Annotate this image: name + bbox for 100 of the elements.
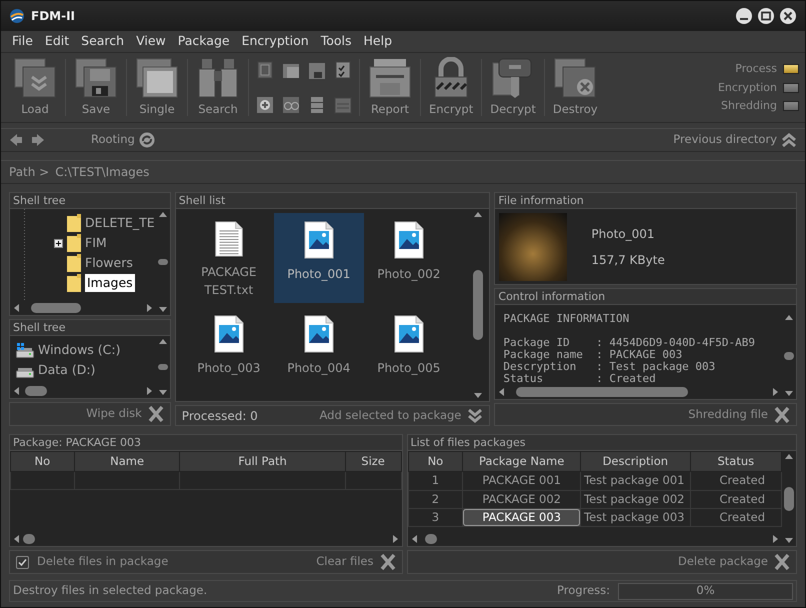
table-cell[interactable]: PACKAGE 003 <box>462 508 581 526</box>
previous-directory-button[interactable]: Previous directory <box>673 131 797 149</box>
image-file-icon <box>394 221 424 259</box>
checklist-icon[interactable] <box>333 60 353 80</box>
table-cell[interactable]: 2 <box>408 490 463 508</box>
column-header[interactable]: Description <box>580 452 690 472</box>
shell-list-entry[interactable]: Photo_003 <box>184 307 274 397</box>
panel-title: Shell tree <box>10 320 170 336</box>
minimize-icon[interactable] <box>735 7 753 25</box>
glasses-icon[interactable] <box>281 94 301 114</box>
shell-list-entry[interactable]: Photo_002 <box>364 213 454 303</box>
menu-item[interactable]: File <box>7 32 38 51</box>
clear-files-button[interactable]: Clear files <box>316 553 396 571</box>
table-cell[interactable]: 3 <box>408 508 463 526</box>
table-cell[interactable]: 1 <box>408 472 463 490</box>
add-to-package-button[interactable]: Add selected to package <box>320 406 484 424</box>
menu-item[interactable]: Tools <box>316 32 356 51</box>
system-drive-icon <box>16 342 34 358</box>
refresh-icon <box>138 132 155 148</box>
image-file-icon <box>214 315 244 353</box>
tree-item[interactable]: Flowers <box>85 254 133 272</box>
search-button[interactable]: Search <box>190 55 246 120</box>
load-button[interactable]: Load <box>7 55 63 120</box>
column-header[interactable]: No <box>10 452 74 472</box>
menu-item[interactable]: Encryption <box>236 32 314 51</box>
x-icon <box>774 406 790 424</box>
table-cell[interactable]: Created <box>690 508 782 526</box>
panel-title: Package: PACKAGE 003 <box>10 435 402 451</box>
menu-item[interactable]: Search <box>76 32 130 51</box>
indicator-label: Shredding <box>721 98 777 114</box>
expand-icon[interactable] <box>54 238 63 248</box>
table-cell[interactable]: Created <box>690 472 782 490</box>
maximize-icon[interactable] <box>757 7 775 25</box>
back-arrow-icon[interactable] <box>9 133 23 147</box>
drive-item[interactable]: Windows (C:) <box>38 340 120 360</box>
close-icon[interactable] <box>779 7 797 25</box>
shell-list-entry[interactable]: Photo_005 <box>364 307 454 397</box>
table-cell[interactable]: Created <box>690 490 782 508</box>
info-line: Package ID : 4454D6D9-040D-4F5D-AB9 <box>503 337 756 349</box>
panel-title: Shell tree <box>10 193 170 209</box>
x-icon <box>380 553 396 571</box>
table-cell[interactable]: Test package 002 <box>580 490 690 508</box>
info-line: Status : Created <box>503 373 656 385</box>
delete-files-checkbox[interactable]: Delete files in package <box>16 553 168 571</box>
path-label: Path > <box>9 164 50 181</box>
rooting-button[interactable]: Rooting <box>91 131 155 149</box>
encrypt-button[interactable]: Encrypt <box>423 55 480 120</box>
destroy-button[interactable]: Destroy <box>546 55 604 120</box>
double-chevron-up-icon <box>781 132 797 148</box>
shell-list-entry[interactable]: PACKAGE TEST.txt <box>184 213 274 303</box>
column-header[interactable]: Size <box>345 452 401 472</box>
menu-item[interactable]: Package <box>172 32 235 51</box>
drive-item[interactable]: Data (D:) <box>38 360 96 380</box>
info-heading: PACKAGE INFORMATION <box>503 313 630 325</box>
status-message: Destroy files in selected package. <box>13 582 208 600</box>
delete-package-button[interactable]: Delete package <box>678 553 790 571</box>
double-chevron-down-icon <box>467 408 484 424</box>
decrypt-button[interactable]: Decrypt <box>484 55 542 120</box>
table-cell[interactable]: PACKAGE 002 <box>462 490 581 508</box>
printer-icon <box>368 57 412 99</box>
column-header[interactable]: Full Path <box>180 452 346 472</box>
shredder-icon <box>553 57 598 99</box>
progress-bar: 0% <box>618 582 793 600</box>
add-icon[interactable] <box>255 95 275 115</box>
table-cell[interactable]: PACKAGE 001 <box>462 472 581 490</box>
table-cell[interactable]: Test package 003 <box>580 508 690 526</box>
indicator-label: Encryption <box>718 80 777 96</box>
wipe-disk-button[interactable]: Wipe disk <box>86 405 164 423</box>
column-header[interactable]: Name <box>74 452 180 472</box>
vertical-scrollbar[interactable] <box>156 209 170 315</box>
report-button[interactable]: Report <box>362 55 418 120</box>
save-button[interactable]: Save <box>68 55 124 120</box>
photo-placeholder <box>499 212 568 280</box>
column-header[interactable]: Status <box>690 452 782 472</box>
tree-item[interactable]: Images <box>85 274 135 292</box>
window-title: FDM-II <box>31 8 76 25</box>
shell-list-entry[interactable]: Photo_001 <box>274 213 364 303</box>
chip-icon[interactable] <box>255 60 275 80</box>
file-name: Photo_001 <box>591 226 656 242</box>
shredding-file-button[interactable]: Shredding file <box>688 406 790 424</box>
menu-item[interactable]: Edit <box>40 32 74 51</box>
tree-item[interactable]: FIM <box>85 234 107 252</box>
tree-item[interactable]: DELETE_TE <box>85 214 155 232</box>
floppy-icon[interactable] <box>307 60 327 80</box>
forward-arrow-icon[interactable] <box>31 133 45 147</box>
table-cell[interactable]: Test package 001 <box>580 472 690 490</box>
column-header[interactable]: No <box>408 452 463 472</box>
column-header[interactable]: Package Name <box>462 452 581 472</box>
menu-item[interactable]: View <box>131 32 171 51</box>
processed-count: Processed: 0 <box>182 408 258 424</box>
single-button[interactable]: Single <box>129 55 185 120</box>
floppy-icon <box>74 57 118 99</box>
menu-item[interactable]: Help <box>358 32 397 51</box>
vertical-scrollbar[interactable] <box>782 451 796 546</box>
image-file-icon <box>304 221 334 259</box>
indicator-label: Process <box>735 61 777 77</box>
shell-list-entry[interactable]: Photo_004 <box>274 307 364 397</box>
check-icon <box>18 558 27 566</box>
text-file-icon <box>214 221 244 257</box>
vertical-scrollbar[interactable] <box>156 336 170 398</box>
